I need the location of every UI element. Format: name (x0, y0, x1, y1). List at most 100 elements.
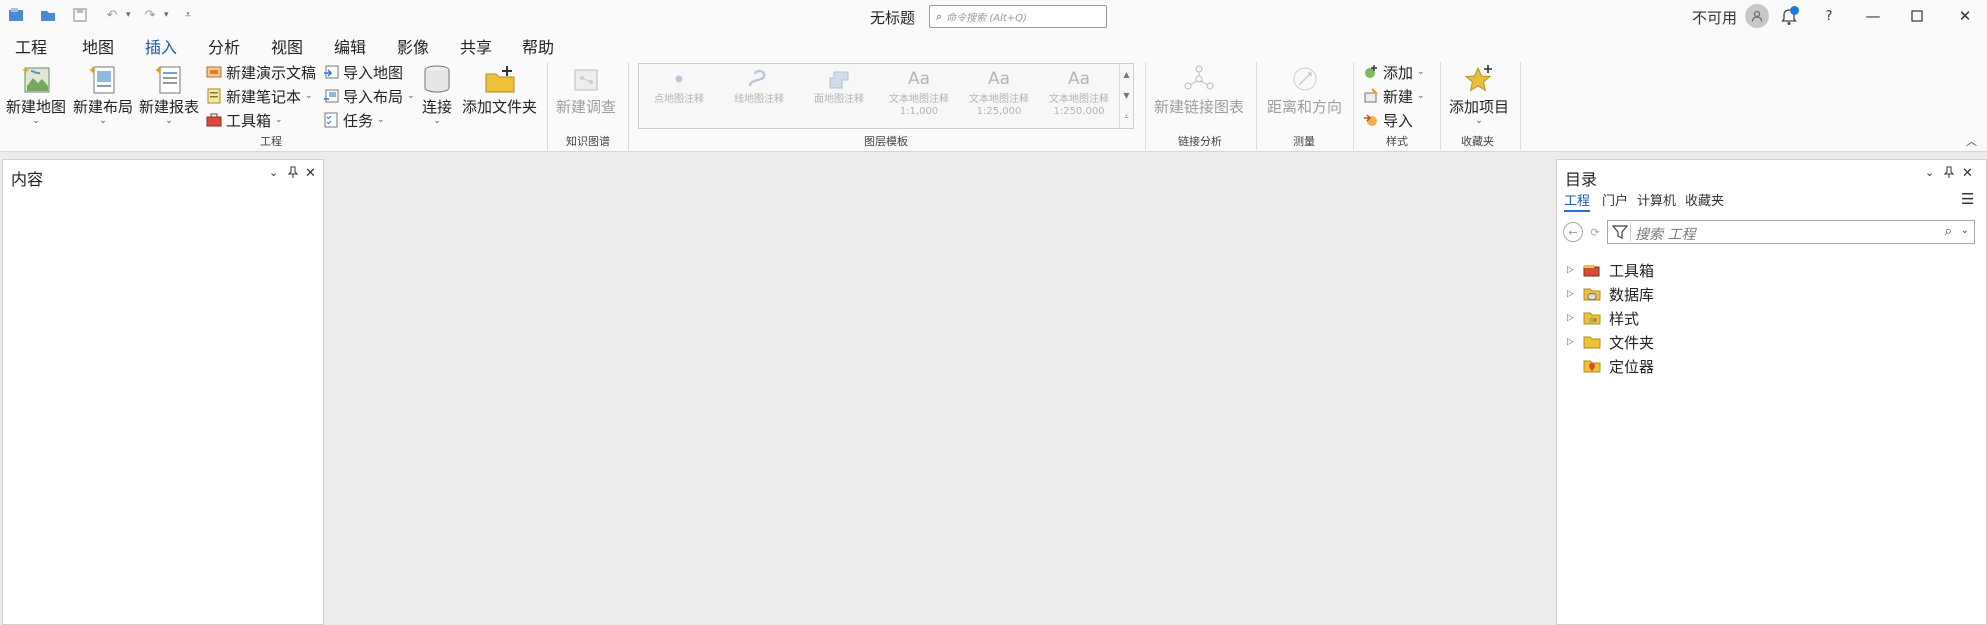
toolbox-button[interactable]: 工具箱 ⌄ (206, 110, 283, 130)
svg-text:✦: ✦ (88, 64, 97, 77)
refresh-icon[interactable]: ⟳ (1587, 222, 1603, 242)
tab-map[interactable]: 地图 (82, 34, 114, 58)
catalog-tab-project[interactable]: 工程 (1564, 190, 1591, 212)
group-divider (628, 62, 629, 150)
template-label: 文本地图注释 (1049, 94, 1109, 105)
template-scale: 1:25,000 (976, 106, 1022, 117)
new-report-button[interactable]: ✦ 新建报表 ⌄ (139, 64, 199, 126)
redo-icon[interactable]: ↷ (140, 5, 160, 25)
new-notebook-button[interactable]: 新建笔记本 ⌄ (206, 86, 313, 106)
undo-dropdown-icon[interactable]: ▾ (126, 10, 136, 20)
import-style-icon (1363, 112, 1379, 128)
search-icon[interactable]: ⌕ (1945, 224, 1952, 239)
maximize-icon[interactable] (1903, 4, 1931, 28)
search-options-dropdown-icon[interactable]: ⌄ (1961, 225, 1969, 236)
menu-icon[interactable]: ☰ (1961, 190, 1974, 208)
connect-button[interactable]: 连接 ⌄ (420, 64, 454, 126)
folder-icon (1583, 335, 1601, 349)
expand-gallery-icon[interactable]: ⩡ (1124, 112, 1129, 122)
import-layout-button[interactable]: 导入布局 ⌄ (323, 86, 415, 106)
help-button[interactable]: ? (1815, 4, 1843, 28)
locator-icon (1583, 359, 1601, 373)
new-project-icon[interactable] (6, 5, 26, 25)
chevron-down-icon[interactable]: ▼ (1123, 91, 1129, 100)
minimize-icon[interactable]: — (1859, 4, 1887, 28)
pane-options-dropdown-icon[interactable]: ⌄ (269, 166, 278, 179)
text-annotation-250000-template[interactable]: Aa 文本地图注释 1:250,000 (1039, 64, 1119, 128)
chevron-down-icon: ⌄ (305, 91, 313, 101)
point-annotation-template[interactable]: 点地图注释 (639, 64, 719, 128)
catalog-tab-computer[interactable]: 计算机 (1637, 190, 1676, 209)
tree-item-folders[interactable]: ▷ 文件夹 (1567, 331, 1654, 353)
expand-arrow-icon[interactable]: ▷ (1567, 265, 1579, 275)
new-map-button[interactable]: ✦ 新建地图 ⌄ (6, 64, 66, 126)
pin-icon[interactable] (287, 166, 299, 182)
new-style-button[interactable]: 新建 ⌄ (1363, 86, 1425, 106)
add-item-button[interactable]: 添加项目 ⌄ (1449, 64, 1509, 126)
notification-bell-icon[interactable] (1781, 6, 1801, 26)
undo-icon[interactable]: ↶ (102, 5, 122, 25)
tab-view[interactable]: 视图 (271, 34, 303, 58)
contents-pane: 内容 ⌄ ✕ (2, 159, 324, 625)
catalog-search-input[interactable]: 搜索 工程 ⌕ ⌄ (1607, 220, 1975, 244)
customize-toolbar-icon[interactable]: ⩡ (178, 5, 198, 25)
import-map-button[interactable]: 导入地图 (323, 62, 403, 82)
text-annotation-1000-template[interactable]: Aa 文本地图注释 1:1,000 (879, 64, 959, 128)
add-style-button[interactable]: 添加 ⌄ (1363, 62, 1425, 82)
open-project-icon[interactable] (38, 5, 58, 25)
new-layout-button[interactable]: ✦ 新建布局 ⌄ (73, 64, 133, 126)
gallery-scrollbar[interactable]: ▲ ▼ ⩡ (1119, 64, 1133, 128)
expand-arrow-icon[interactable]: ▷ (1567, 337, 1579, 347)
tab-edit[interactable]: 编辑 (334, 34, 366, 58)
user-status[interactable]: 不可用 (1692, 7, 1737, 28)
text-aa-icon: Aa (1067, 69, 1091, 89)
import-style-button[interactable]: 导入 (1363, 110, 1413, 130)
new-link-chart-button[interactable]: 新建链接图表 (1154, 64, 1244, 117)
tab-help[interactable]: 帮助 (522, 34, 554, 58)
expand-arrow-icon[interactable]: ▷ (1567, 313, 1579, 323)
tab-project[interactable]: 工程 (15, 34, 47, 58)
collapse-ribbon-icon[interactable]: ︿ (1966, 133, 1977, 149)
new-investigation-button[interactable]: 新建调查 (556, 64, 616, 117)
import-layout-label: 导入布局 (343, 87, 404, 106)
add-folder-button[interactable]: 添加文件夹 (462, 64, 537, 117)
filter-icon[interactable] (1611, 224, 1629, 244)
polygon-annotation-template[interactable]: 面地图注释 (799, 64, 879, 128)
new-style-label: 新建 (1383, 87, 1414, 106)
expand-arrow-icon[interactable]: ▷ (1567, 289, 1579, 299)
group-divider (1520, 62, 1521, 150)
line-annotation-template[interactable]: 线地图注释 (719, 64, 799, 128)
toolbox-icon (206, 112, 222, 128)
back-icon[interactable]: ← (1563, 222, 1583, 242)
pin-icon[interactable] (1943, 166, 1955, 182)
tree-item-databases[interactable]: ▷ 数据库 (1567, 283, 1654, 305)
close-icon[interactable]: ✕ (1962, 166, 1973, 181)
redo-dropdown-icon[interactable]: ▾ (164, 10, 174, 20)
text-aa-icon: Aa (907, 69, 931, 89)
close-window-icon[interactable]: ✕ (1951, 4, 1979, 28)
svg-text:✦: ✦ (21, 64, 30, 77)
distance-direction-button[interactable]: 距离和方向 (1267, 64, 1342, 117)
tree-item-toolboxes[interactable]: ▷ 工具箱 (1567, 259, 1654, 281)
catalog-tab-favorites[interactable]: 收藏夹 (1685, 190, 1724, 209)
tab-imagery[interactable]: 影像 (397, 34, 429, 58)
command-search-input[interactable]: ⌕ 命令搜索 (Alt+Q) (929, 5, 1107, 28)
search-divider (1630, 223, 1631, 241)
task-button[interactable]: 任务 ⌄ (323, 110, 385, 130)
tab-share[interactable]: 共享 (460, 34, 492, 58)
tab-analysis[interactable]: 分析 (208, 34, 240, 58)
import-style-label: 导入 (1383, 111, 1414, 130)
close-icon[interactable]: ✕ (305, 166, 316, 181)
catalog-tab-portal[interactable]: 门户 (1602, 190, 1628, 209)
save-icon[interactable] (70, 5, 90, 25)
template-label: 线地图注释 (734, 94, 784, 105)
avatar[interactable] (1745, 4, 1769, 28)
tree-item-styles[interactable]: ▷ 样式 (1567, 307, 1639, 329)
pane-options-dropdown-icon[interactable]: ⌄ (1925, 166, 1934, 179)
tree-item-locators[interactable]: 定位器 (1567, 355, 1654, 377)
text-annotation-25000-template[interactable]: Aa 文本地图注释 1:25,000 (959, 64, 1039, 128)
tab-insert[interactable]: 插入 (145, 34, 178, 61)
chevron-up-icon[interactable]: ▲ (1123, 70, 1129, 79)
chevron-down-icon: ⌄ (1475, 116, 1483, 126)
new-presentation-button[interactable]: 新建演示文稿 (206, 62, 316, 82)
